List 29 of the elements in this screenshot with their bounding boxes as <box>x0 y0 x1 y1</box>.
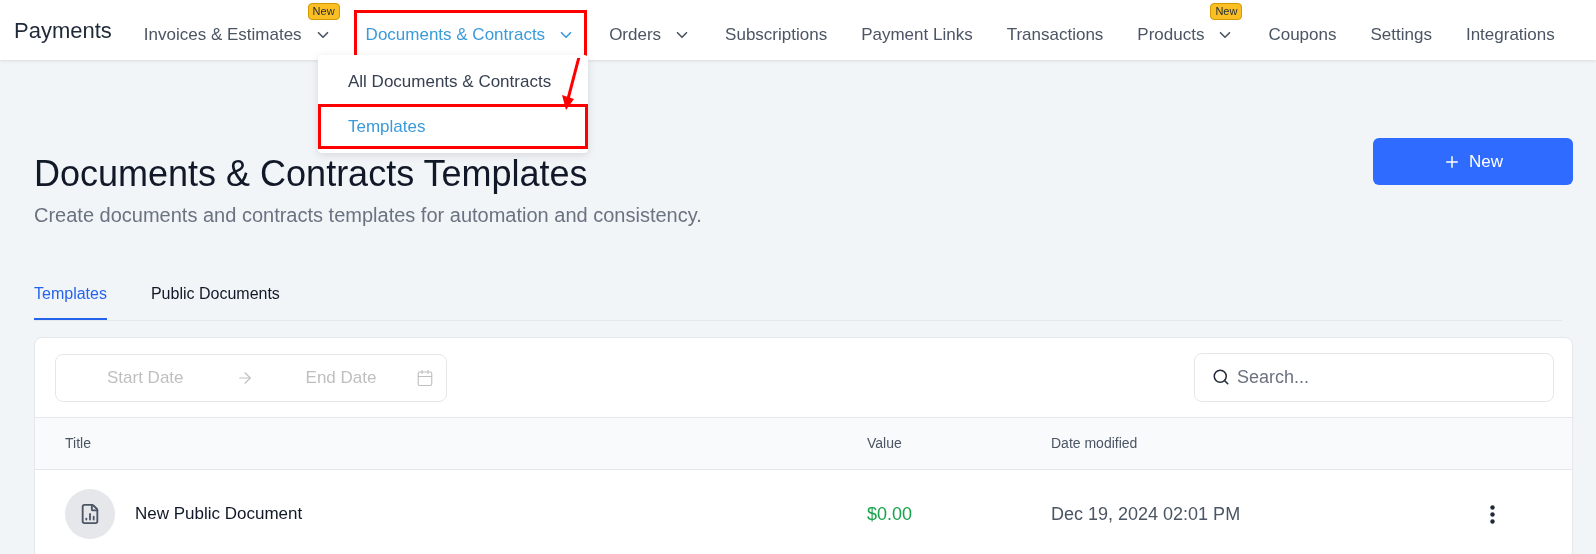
page-title: Documents & Contracts Templates <box>34 156 589 192</box>
column-header: Title <box>65 434 92 453</box>
nav-tab[interactable]: Integrations <box>1453 10 1567 60</box>
column-header: Date modified <box>1051 434 1139 453</box>
table-cell-text: Dec 19, 2024 02:01 PM <box>1051 502 1242 526</box>
column-header: Value <box>867 434 903 453</box>
page-subtitle: Create documents and contracts templates for automation and consistency. <box>34 203 702 228</box>
nav-tab[interactable]: Orders <box>597 10 704 60</box>
new-badge: New <box>307 3 340 20</box>
chart-document-icon <box>79 503 101 525</box>
table-cell-text: New Public Document <box>135 503 303 526</box>
end-date-placeholder: End Date <box>305 366 377 389</box>
dropdown-item[interactable]: All Documents & Contracts <box>318 59 588 104</box>
nav-tab[interactable]: Transactions <box>994 10 1116 60</box>
more-vertical-icon <box>1490 504 1495 524</box>
search-icon <box>1212 368 1230 386</box>
tab[interactable]: Public Documents <box>150 282 280 320</box>
nav-tab[interactable]: Payment Links <box>849 10 985 60</box>
search-field[interactable]: Search... <box>1194 353 1554 402</box>
table-cell-text: $0.00 <box>867 502 914 526</box>
new-button[interactable]: New <box>1373 138 1573 185</box>
new-badge: New <box>1210 3 1243 20</box>
nav-tab[interactable]: Settings <box>1358 10 1444 60</box>
nav-tab[interactable]: Coupons <box>1256 10 1349 60</box>
start-date-placeholder: Start Date <box>107 366 184 389</box>
tab[interactable]: Templates <box>34 282 107 320</box>
app-title: Payments <box>14 16 112 45</box>
calendar-icon <box>416 368 435 387</box>
nav-tab[interactable]: Subscriptions <box>713 10 840 60</box>
